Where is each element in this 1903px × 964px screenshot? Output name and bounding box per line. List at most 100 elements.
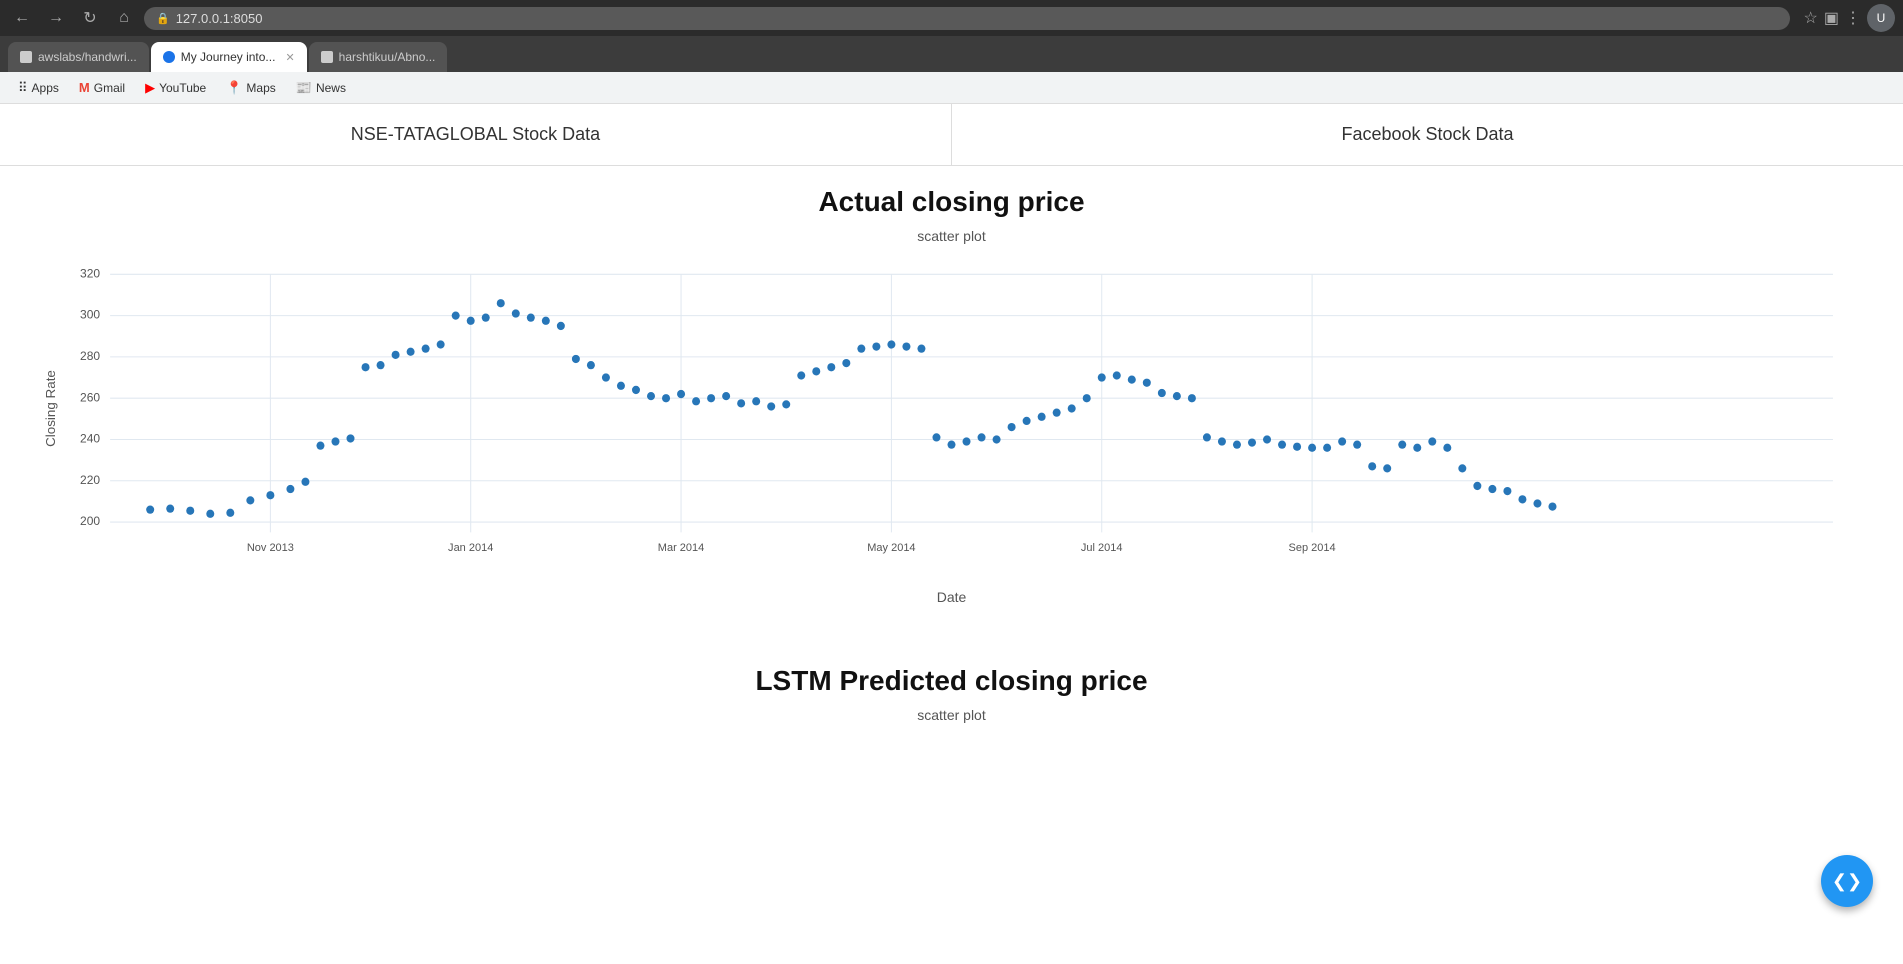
extensions-button[interactable]: ▣ <box>1824 4 1839 32</box>
browser-top-bar: ← → ↻ ⌂ 🔒 127.0.0.1:8050 ☆ ▣ ⋮ U <box>0 0 1903 36</box>
data-point <box>246 496 254 504</box>
bookmark-gmail-label: Gmail <box>94 81 125 95</box>
apps-icon: ⠿ <box>18 80 28 96</box>
tab-favicon-awslabs <box>20 51 32 63</box>
data-point <box>1353 441 1361 449</box>
data-point <box>527 314 535 322</box>
data-point <box>1383 464 1391 472</box>
bookmark-news-label: News <box>316 81 346 95</box>
home-button[interactable]: ⌂ <box>110 4 138 32</box>
nav-next-icon: ❯ <box>1847 871 1862 892</box>
data-point <box>1293 443 1301 451</box>
nav-facebook-label: Facebook Stock Data <box>1341 124 1513 144</box>
x-label-nov2013: Nov 2013 <box>247 542 294 554</box>
reload-button[interactable]: ↻ <box>76 4 104 32</box>
data-point <box>1518 495 1526 503</box>
data-point <box>1443 444 1451 452</box>
data-point <box>647 392 655 400</box>
data-point <box>917 345 925 353</box>
bookmark-gmail[interactable]: M Gmail <box>71 77 133 98</box>
browser-chrome: ← → ↻ ⌂ 🔒 127.0.0.1:8050 ☆ ▣ ⋮ U awslabs… <box>0 0 1903 104</box>
data-point <box>1083 394 1091 402</box>
y-label-260: 260 <box>80 390 100 404</box>
data-point <box>1548 502 1556 510</box>
news-icon: 📰 <box>296 80 312 96</box>
gmail-icon: M <box>79 80 90 95</box>
x-axis-label: Date <box>40 589 1863 605</box>
data-point <box>1143 379 1151 387</box>
data-point <box>362 363 370 371</box>
data-point <box>993 435 1001 443</box>
maps-icon: 📍 <box>226 80 242 96</box>
y-label-220: 220 <box>80 473 100 487</box>
data-point <box>1203 433 1211 441</box>
data-point <box>797 371 805 379</box>
data-point <box>286 485 294 493</box>
floating-nav-button[interactable]: ❮ ❯ <box>1821 855 1873 907</box>
x-label-may2014: May 2014 <box>867 542 915 554</box>
nav-prev-icon: ❮ <box>1832 871 1847 892</box>
bookmark-maps[interactable]: 📍 Maps <box>218 77 284 99</box>
star-button[interactable]: ☆ <box>1804 4 1818 32</box>
tab-myjourney[interactable]: My Journey into... ✕ <box>151 42 307 72</box>
data-point <box>692 397 700 405</box>
data-point <box>206 510 214 518</box>
data-point <box>377 361 385 369</box>
tab-favicon-harshtikuu <box>321 51 333 63</box>
data-point <box>662 394 670 402</box>
lstm-section: LSTM Predicted closing price scatter plo… <box>0 645 1903 723</box>
data-point <box>1218 437 1226 445</box>
back-button[interactable]: ← <box>8 4 36 32</box>
data-point <box>1503 487 1511 495</box>
data-point <box>482 314 490 322</box>
tab-harshtikuu[interactable]: harshtikuu/Abno... <box>309 42 448 72</box>
nav-facebook[interactable]: Facebook Stock Data <box>952 104 1903 165</box>
profile-avatar[interactable]: U <box>1867 4 1895 32</box>
y-label-240: 240 <box>80 431 100 445</box>
bookmark-apps[interactable]: ⠿ Apps <box>10 77 67 99</box>
data-point <box>1263 435 1271 443</box>
data-point <box>587 361 595 369</box>
data-point <box>1158 389 1166 397</box>
data-point <box>497 299 505 307</box>
data-point <box>1533 499 1541 507</box>
tab-awslabs[interactable]: awslabs/handwri... <box>8 42 149 72</box>
data-point <box>617 382 625 390</box>
data-point <box>1128 375 1136 383</box>
address-bar[interactable]: 🔒 127.0.0.1:8050 <box>144 7 1790 30</box>
data-point <box>557 322 565 330</box>
tab-label-harshtikuu: harshtikuu/Abno... <box>339 50 436 64</box>
lstm-chart-subtitle: scatter plot <box>40 707 1863 723</box>
data-point <box>166 505 174 513</box>
data-point <box>1023 417 1031 425</box>
stock-nav: NSE-TATAGLOBAL Stock Data Facebook Stock… <box>0 104 1903 166</box>
tab-label-myjourney: My Journey into... <box>181 50 276 64</box>
data-point <box>422 345 430 353</box>
x-label-jan2014: Jan 2014 <box>448 542 493 554</box>
data-point <box>572 355 580 363</box>
data-point <box>1323 444 1331 452</box>
bookmark-youtube[interactable]: ▶ YouTube <box>137 77 214 99</box>
data-point <box>1488 485 1496 493</box>
data-point <box>1173 392 1181 400</box>
data-point <box>146 506 154 514</box>
tab-favicon-myjourney <box>163 51 175 63</box>
bookmark-apps-label: Apps <box>32 81 59 95</box>
data-point <box>1308 444 1316 452</box>
data-point <box>407 348 415 356</box>
data-point <box>963 437 971 445</box>
data-point <box>722 392 730 400</box>
data-point <box>392 351 400 359</box>
data-point <box>1338 437 1346 445</box>
bookmark-news[interactable]: 📰 News <box>288 77 354 99</box>
data-point <box>1368 462 1376 470</box>
nav-tata-label: NSE-TATAGLOBAL Stock Data <box>351 124 600 144</box>
data-point <box>842 359 850 367</box>
data-point <box>737 399 745 407</box>
data-point <box>978 433 986 441</box>
forward-button[interactable]: → <box>42 4 70 32</box>
menu-button[interactable]: ⋮ <box>1845 4 1861 32</box>
nav-tata[interactable]: NSE-TATAGLOBAL Stock Data <box>0 104 952 165</box>
tab-close-myjourney[interactable]: ✕ <box>285 51 294 64</box>
data-point <box>812 367 820 375</box>
